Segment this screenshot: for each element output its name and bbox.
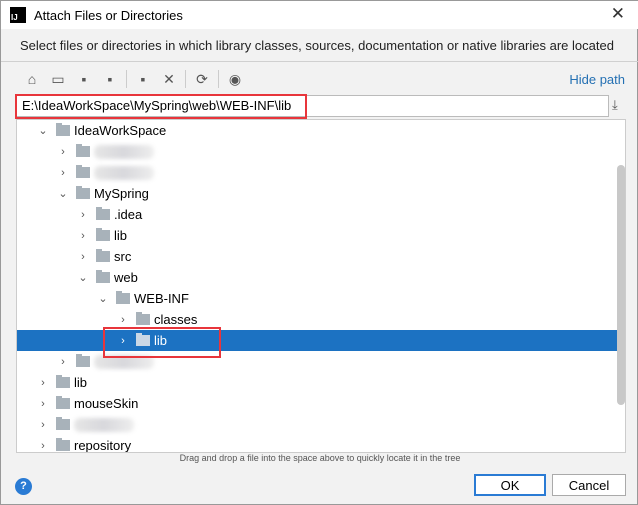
folder-icon [56,417,70,430]
window-title: Attach Files or Directories [34,7,183,23]
tree-node-label: .idea [114,207,143,222]
new-folder-icon[interactable]: ▪ [130,68,156,90]
tree-node-label: mouseSkin [74,396,139,411]
delete-icon[interactable]: ✕ [156,68,182,90]
tree-node[interactable]: › [17,414,617,435]
download-icon[interactable]: ⤓ [612,97,618,113]
tree-node[interactable]: › lib [17,372,617,393]
toolbar: ⌂ ▭ ▪ ▪ ▪ ✕ ⟳ ◉ [19,68,248,90]
chevron-right-icon[interactable]: › [37,419,49,431]
drag-drop-hint: Drag and drop a file into the space abov… [179,453,461,463]
chevron-down-icon[interactable]: ⌄ [77,271,89,284]
folder-icon [76,354,90,367]
chevron-down-icon[interactable]: ⌄ [97,292,109,305]
tree-node[interactable]: › mouseSkin [17,393,617,414]
ok-button[interactable]: OK [474,474,546,496]
show-hidden-icon[interactable]: ◉ [222,68,248,90]
tree-node[interactable]: › [17,141,617,162]
tree-node[interactable]: › [17,162,617,183]
tree-node-label: repository [74,438,132,453]
home-icon[interactable]: ⌂ [19,68,45,90]
scrollbar[interactable] [617,165,625,405]
chevron-right-icon[interactable]: › [57,356,69,368]
tree-node[interactable]: ⌄ web [17,267,617,288]
chevron-right-icon[interactable]: › [57,167,69,179]
tree-node-label: lib [74,375,88,390]
desktop-icon[interactable]: ▭ [45,68,71,90]
chevron-right-icon[interactable]: › [37,440,49,452]
folder-icon [96,207,110,220]
chevron-down-icon[interactable]: ⌄ [37,124,49,137]
folder-icon [76,165,90,178]
chevron-right-icon[interactable]: › [37,398,49,410]
chevron-right-icon[interactable]: › [77,209,89,221]
blurred-label [94,144,154,159]
tree-node[interactable]: › repository [17,435,617,453]
close-icon[interactable]: ✕ [611,4,625,24]
folder-icon [76,186,90,199]
tree-node[interactable]: › src [17,246,617,267]
chevron-right-icon[interactable]: › [77,251,89,263]
title-bar: IJ Attach Files or Directories ✕ [1,1,638,29]
folder-icon [96,270,110,283]
chevron-right-icon[interactable]: › [117,314,129,326]
chevron-right-icon[interactable]: › [37,377,49,389]
chevron-right-icon[interactable]: › [57,146,69,158]
blurred-label [94,165,154,180]
tree-node-label: classes [154,312,198,327]
help-button[interactable]: ? [15,478,32,495]
blurred-label [74,417,134,432]
folder-icon [56,375,70,388]
tree-node[interactable]: ⌄ WEB-INF [17,288,617,309]
tree-node-label: MySpring [94,186,149,201]
tree-node[interactable]: › lib [17,225,617,246]
folder-icon [96,249,110,262]
toolbar-separator [126,70,127,88]
hide-path-link[interactable]: Hide path [569,72,625,87]
tree-node[interactable]: ⌄ IdeaWorkSpace [17,120,617,141]
chevron-right-icon[interactable]: › [77,230,89,242]
module-folder-icon[interactable]: ▪ [97,68,123,90]
folder-icon [56,396,70,409]
divider [1,61,638,62]
intellij-logo-icon: IJ [10,7,26,23]
folder-icon [96,228,110,241]
chevron-down-icon[interactable]: ⌄ [57,187,69,200]
folder-icon [56,123,70,136]
folder-icon [136,312,150,325]
cancel-button[interactable]: Cancel [552,474,626,496]
highlight-box [15,94,307,119]
toolbar-separator [218,70,219,88]
tree-node-label: src [114,249,132,264]
tree-node-label: lib [114,228,128,243]
highlight-box [103,327,221,358]
tree-node-label: web [114,270,138,285]
tree-node[interactable]: › .idea [17,204,617,225]
tree-node[interactable]: ⌄ MySpring [17,183,617,204]
project-folder-icon[interactable]: ▪ [71,68,97,90]
folder-icon [116,291,130,304]
folder-icon [76,144,90,157]
tree-node-label: IdeaWorkSpace [74,123,167,138]
folder-icon [56,438,70,451]
dialog-description: Select files or directories in which lib… [20,38,614,53]
toolbar-separator [185,70,186,88]
refresh-icon[interactable]: ⟳ [189,68,215,90]
file-tree[interactable]: ⌄ IdeaWorkSpace › › ⌄ MySpring › .idea › lib › src ⌄… [16,119,626,453]
tree-node-label: WEB-INF [134,291,189,306]
